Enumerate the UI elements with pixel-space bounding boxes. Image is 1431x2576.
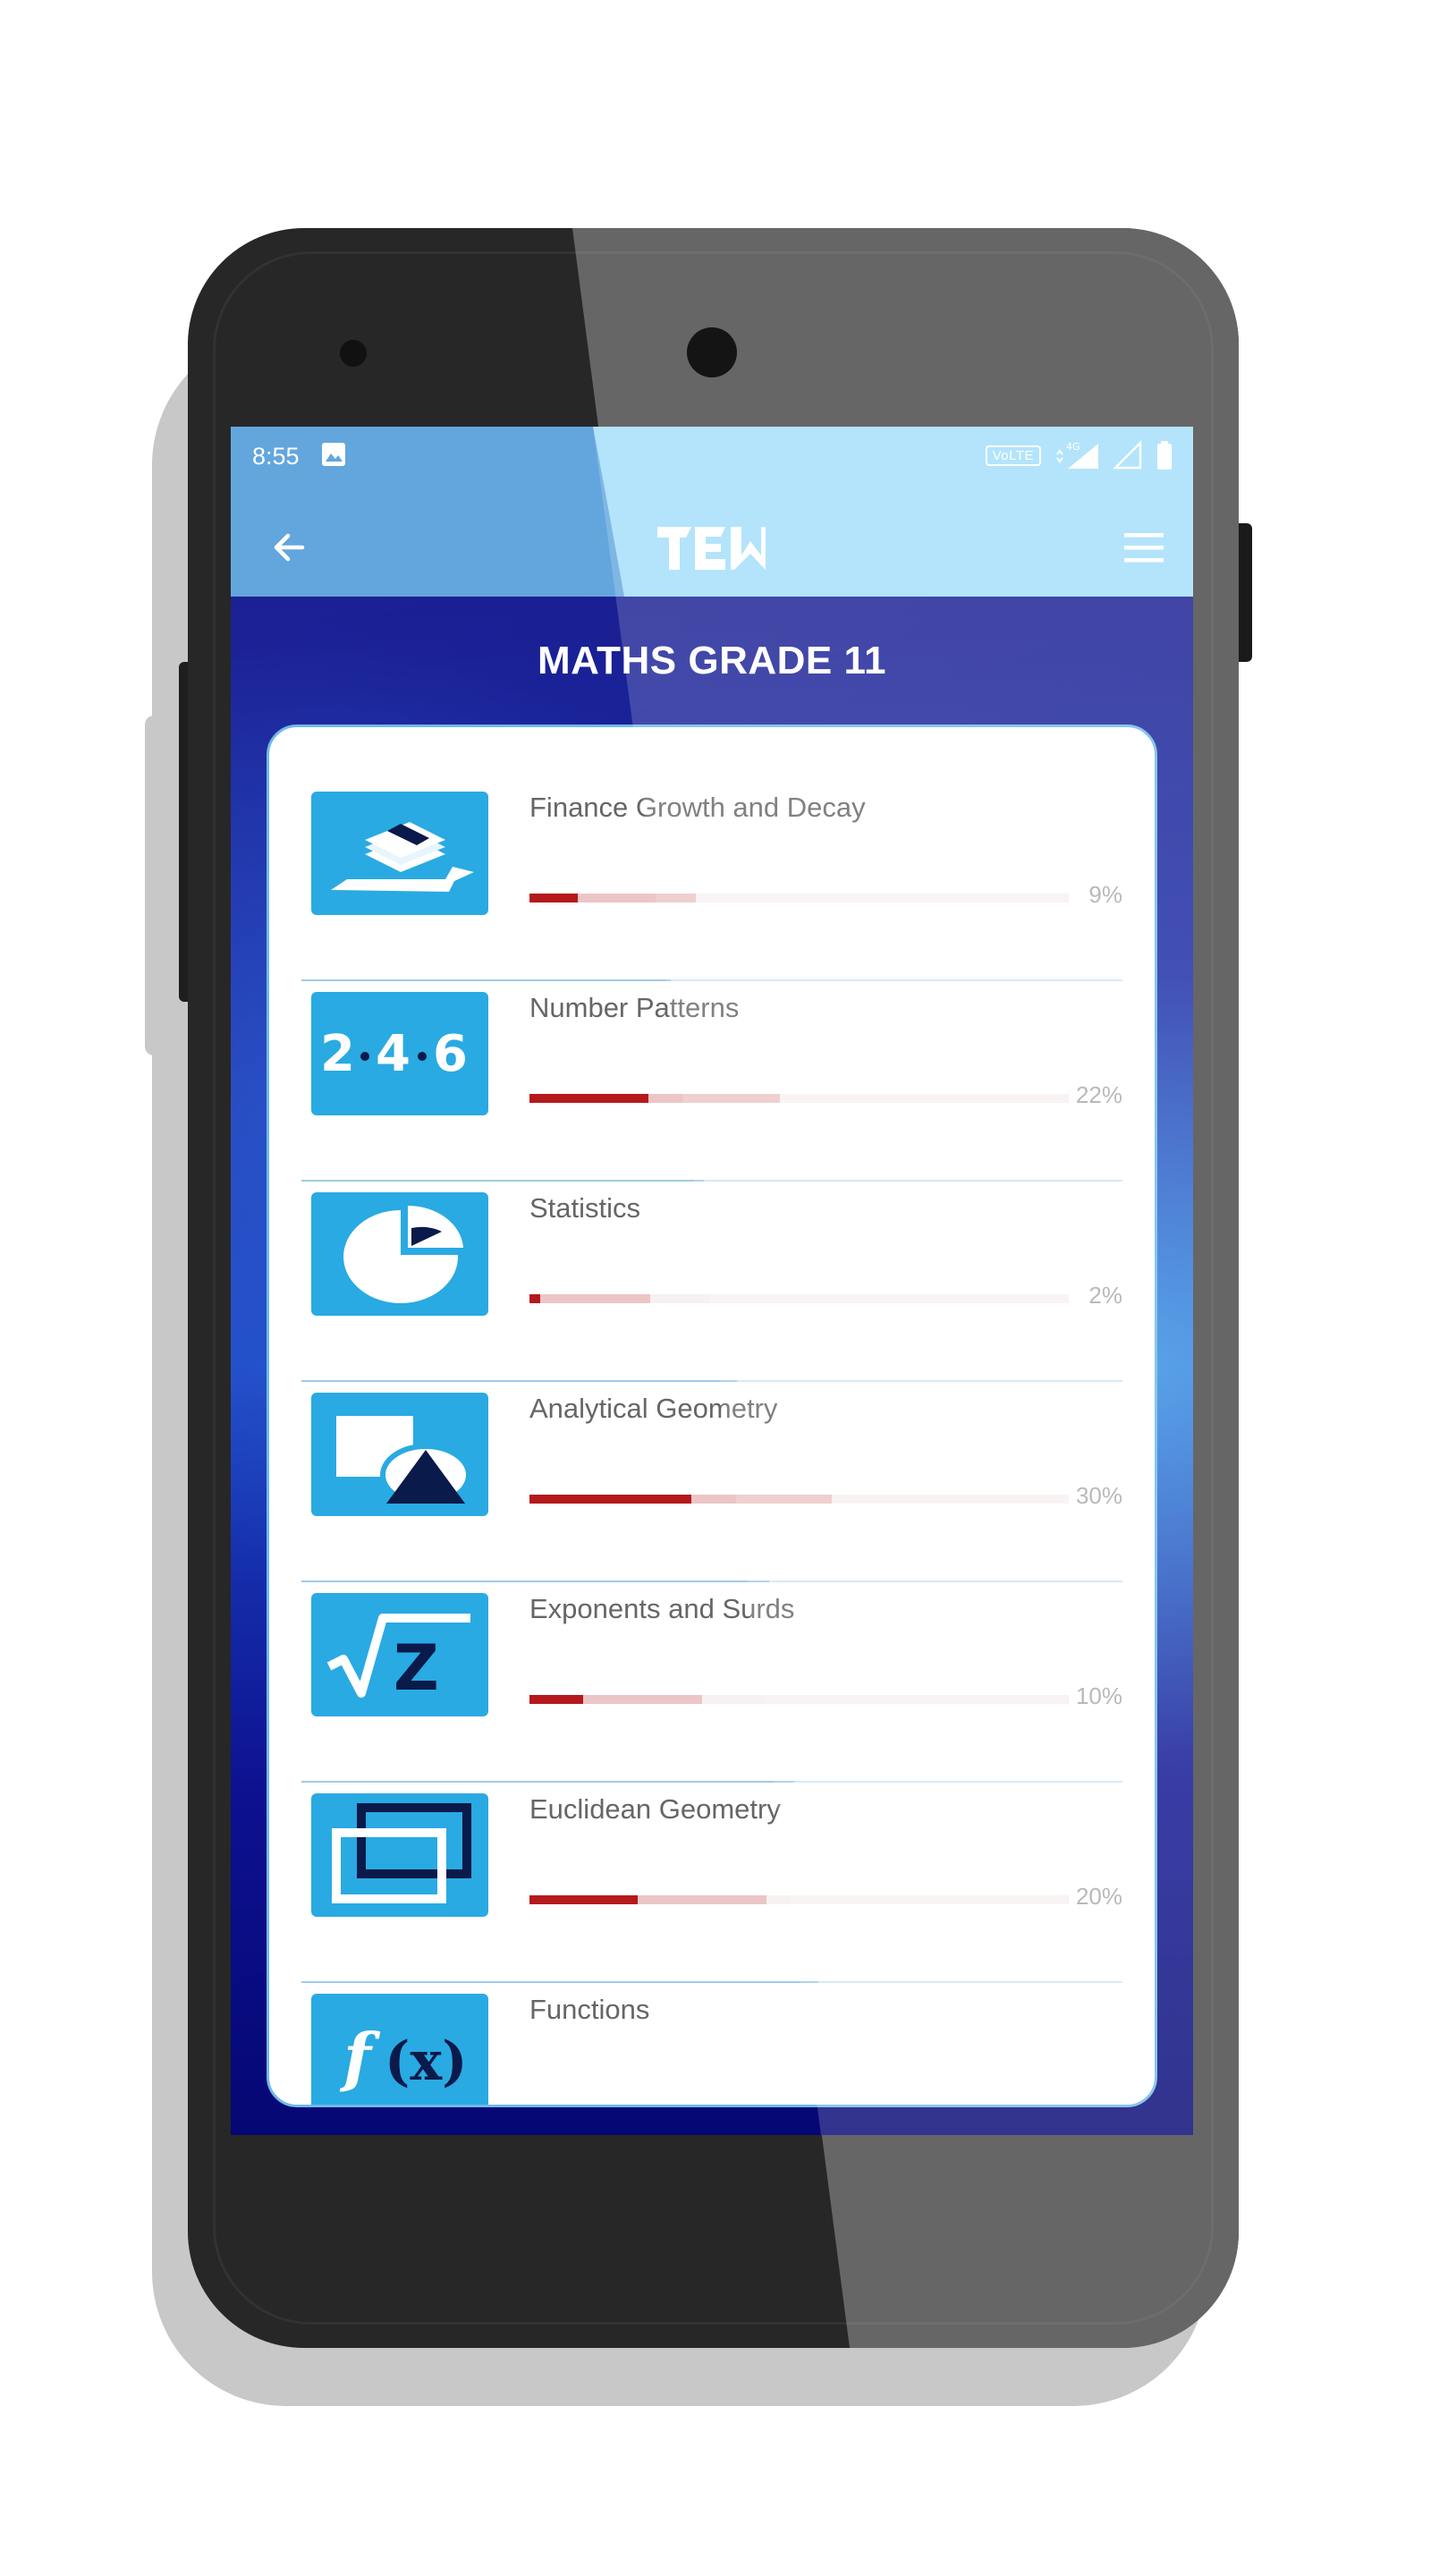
rectangles-icon bbox=[311, 1793, 488, 1917]
progress-fill bbox=[529, 1495, 691, 1504]
topic-title: Functions bbox=[529, 1994, 650, 2025]
progress-percent: 10% bbox=[1075, 1682, 1122, 1709]
topic-progress-bar bbox=[529, 894, 1069, 902]
battery-icon bbox=[1157, 441, 1172, 470]
signal-empty-icon bbox=[1113, 440, 1142, 470]
money-growth-icon bbox=[311, 792, 488, 915]
progress-percent: 9% bbox=[1088, 881, 1122, 908]
progress-fill bbox=[529, 1695, 584, 1704]
hamburger-menu-icon[interactable] bbox=[1122, 528, 1166, 567]
progress-fill bbox=[529, 1294, 541, 1303]
page-title: MATHS GRADE 11 bbox=[537, 639, 887, 682]
shapes-icon bbox=[311, 1393, 488, 1516]
topic-row-finance[interactable]: Finance Growth and Decay 9% bbox=[301, 781, 1122, 981]
topic-title: Finance Growth and Decay bbox=[529, 792, 866, 823]
topic-progress-bar bbox=[529, 1294, 1069, 1303]
svg-text:(x): (x) bbox=[385, 2030, 468, 2093]
topic-progress-bar bbox=[529, 1895, 1069, 1904]
network-type-label: 4G bbox=[1066, 441, 1080, 453]
topic-row-exponents-surds[interactable]: Z Exponents and Surds 10% bbox=[301, 1582, 1122, 1783]
topic-row-functions[interactable]: f (x) Functions bbox=[301, 1983, 1122, 2105]
function-icon: f (x) bbox=[311, 1994, 488, 2105]
progress-percent: 20% bbox=[1075, 1883, 1122, 1910]
progress-fill bbox=[529, 1895, 638, 1904]
topic-list-card: Finance Growth and Decay 9% 2 4 6 Number… bbox=[267, 724, 1157, 2107]
progress-buffer bbox=[529, 1294, 651, 1303]
app-bar bbox=[231, 498, 1193, 597]
app-logo bbox=[657, 527, 766, 570]
topic-list: Finance Growth and Decay 9% 2 4 6 Number… bbox=[269, 781, 1155, 2105]
topic-title: Exponents and Surds bbox=[529, 1593, 795, 1624]
topic-title: Number Patterns bbox=[529, 992, 740, 1023]
progress-percent: 2% bbox=[1088, 1282, 1122, 1309]
svg-text:f: f bbox=[339, 2019, 381, 2095]
volte-icon: VoLTE bbox=[985, 445, 1041, 466]
status-icons: VoLTE 4G bbox=[985, 437, 1173, 473]
topic-progress-bar bbox=[529, 1695, 1069, 1704]
topic-row-number-patterns[interactable]: 2 4 6 Number Patterns 22% bbox=[301, 981, 1122, 1182]
signal-4g-icon: 4G bbox=[1056, 441, 1098, 469]
progress-fill bbox=[529, 1094, 648, 1103]
progress-percent: 22% bbox=[1075, 1081, 1122, 1108]
svg-text:6: 6 bbox=[433, 1025, 468, 1083]
front-camera bbox=[687, 327, 737, 377]
number-pattern-icon: 2 4 6 bbox=[311, 992, 488, 1115]
svg-text:2: 2 bbox=[320, 1025, 355, 1083]
image-notification-icon bbox=[322, 443, 345, 466]
svg-text:4: 4 bbox=[376, 1025, 411, 1083]
proximity-sensor bbox=[340, 340, 367, 367]
progress-fill bbox=[529, 894, 579, 902]
topic-row-euclidean-geometry[interactable]: Euclidean Geometry 20% bbox=[301, 1783, 1122, 1983]
phone-side-key bbox=[145, 716, 181, 1055]
square-root-icon: Z bbox=[311, 1593, 488, 1716]
svg-text:Z: Z bbox=[394, 1631, 439, 1705]
topic-row-analytical-geometry[interactable]: Analytical Geometry 30% bbox=[301, 1382, 1122, 1582]
topic-progress-bar bbox=[529, 1094, 1069, 1103]
topic-title: Statistics bbox=[529, 1192, 641, 1224]
status-time: 8:55 bbox=[252, 443, 300, 470]
app-screen: 8:55 VoLTE 4G MATHS GRADE 11 Finance Gro… bbox=[231, 427, 1193, 2135]
topic-title: Analytical Geometry bbox=[529, 1393, 778, 1424]
progress-percent: 30% bbox=[1075, 1482, 1122, 1509]
topic-progress-bar bbox=[529, 1495, 1069, 1504]
arrow-left-icon[interactable] bbox=[267, 525, 311, 570]
status-bar: 8:55 VoLTE 4G bbox=[231, 427, 1193, 498]
topic-title: Euclidean Geometry bbox=[529, 1793, 781, 1825]
topic-row-statistics[interactable]: Statistics 2% bbox=[301, 1182, 1122, 1382]
pie-chart-icon bbox=[311, 1192, 488, 1316]
